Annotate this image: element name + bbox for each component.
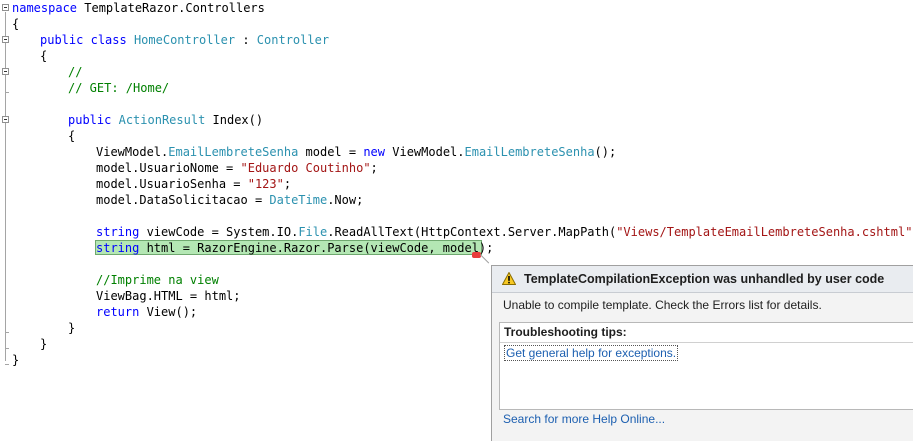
code-line: // GET: /Home/ [68, 81, 170, 95]
fold-end-marker [5, 364, 9, 365]
search-help-online-link[interactable]: Search for more Help Online... [503, 412, 665, 426]
code-line: public ActionResult Index() [68, 113, 264, 127]
collapse-method-icon[interactable] [2, 116, 9, 123]
code-line: model.UsuarioNome = "Eduardo Coutinho"; [96, 161, 378, 175]
code-line: ViewBag.HTML = html; [96, 289, 241, 303]
collapse-class-icon[interactable] [2, 36, 9, 43]
code-line: model.DataSolicitacao = DateTime.Now; [96, 193, 364, 207]
collapse-namespace-icon[interactable] [2, 4, 9, 11]
code-line: ViewModel.EmailLembreteSenha model = new… [96, 145, 617, 159]
code-line: model.UsuarioSenha = "123"; [96, 177, 292, 191]
code-line: public class HomeController : Controller [40, 33, 330, 47]
fold-end-marker [5, 332, 9, 333]
exception-message: Unable to compile template. Check the Er… [503, 298, 822, 312]
exception-title: TemplateCompilationException was unhandl… [524, 272, 885, 286]
code-line: { [68, 129, 76, 143]
general-help-link[interactable]: Get general help for exceptions. [504, 345, 679, 361]
troubleshooting-tips-heading: Troubleshooting tips: [504, 325, 627, 339]
code-line: { [12, 17, 20, 31]
collapse-comment-icon[interactable] [2, 68, 9, 75]
code-line: } [68, 321, 76, 335]
code-line-current: string html = RazorEngine.Razor.Parse(vi… [96, 241, 494, 255]
code-line: //Imprime na view [96, 273, 219, 287]
code-line: namespace TemplateRazor.Controllers [12, 1, 265, 15]
warning-icon [502, 272, 516, 285]
troubleshooting-tips-panel: Troubleshooting tips: Get general help f… [499, 322, 913, 410]
code-line: return View(); [96, 305, 198, 319]
code-line: } [12, 353, 20, 367]
exception-header: TemplateCompilationException was unhandl… [492, 266, 913, 293]
code-line: // [68, 65, 83, 79]
code-line: } [40, 337, 48, 351]
exception-assistant-popup: TemplateCompilationException was unhandl… [491, 265, 913, 441]
fold-end-marker [5, 348, 9, 349]
code-line: string viewCode = System.IO.File.ReadAll… [96, 225, 913, 239]
divider [500, 342, 913, 343]
code-line: { [40, 49, 48, 63]
fold-guide [5, 12, 6, 361]
fold-end-marker [5, 92, 9, 93]
